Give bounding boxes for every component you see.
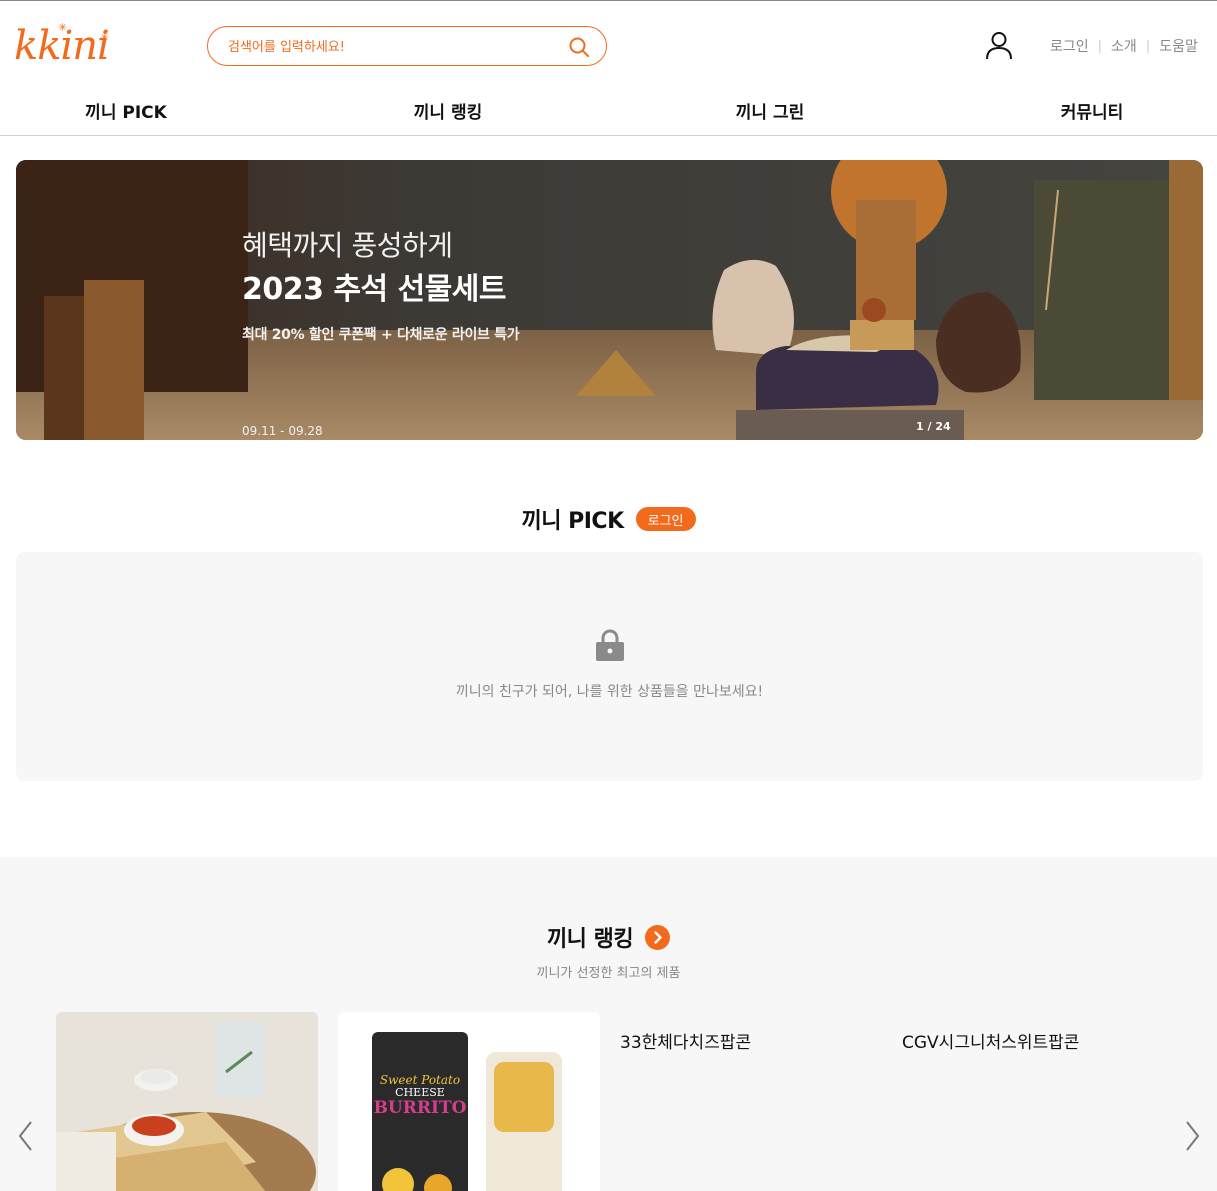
- banner-counter: 1 / 24: [916, 420, 951, 433]
- ranking-subtitle: 끼니가 선정한 최고의 제품: [536, 966, 681, 981]
- search-icon[interactable]: [568, 36, 590, 58]
- product-name[interactable]: 33한체다치즈팝콘: [620, 1028, 751, 1053]
- banner-subtitle: 최대 20% 할인 쿠폰팩 + 다채로운 라이브 특가: [242, 327, 520, 343]
- pick-login-button[interactable]: 로그인: [635, 507, 696, 531]
- about-link[interactable]: 소개: [1111, 36, 1137, 56]
- ranking-heading: 끼니 랭킹: [0, 921, 1217, 953]
- nav-community[interactable]: 커뮤니티: [1061, 98, 1124, 123]
- banner-title-line1: 혜택까지 풍성하게: [242, 229, 453, 262]
- util-links: 로그인 | 소개 | 도움말: [1050, 36, 1198, 56]
- user-icon[interactable]: [984, 30, 1014, 62]
- product-name[interactable]: CGV시그니처스위트팝콘: [902, 1028, 1079, 1053]
- search-bar: [207, 26, 607, 66]
- logo-star-icon: ✳: [58, 21, 68, 34]
- divider: |: [1145, 38, 1151, 54]
- pick-title: 끼니 PICK: [521, 509, 624, 534]
- lock-icon: [596, 629, 624, 661]
- burrito-pack-line1: Sweet Potato: [380, 1073, 460, 1087]
- hero-banner[interactable]: 혜택까지 풍성하게 2023 추석 선물세트 최대 20% 할인 쿠폰팩 + 다…: [16, 160, 1203, 440]
- kkini-logo[interactable]: kkini ✳ ✳: [14, 18, 114, 70]
- banner-image: [16, 160, 1203, 440]
- divider: |: [1097, 38, 1103, 54]
- nav-kkini-green[interactable]: 끼니 그린: [736, 98, 804, 123]
- logo-star-icon: ✳: [100, 31, 110, 44]
- search-input[interactable]: [228, 36, 558, 58]
- pick-message: 끼니의 친구가 되어, 나를 위한 상품들을 만나보세요!: [455, 684, 764, 700]
- nav-kkini-pick[interactable]: 끼니 PICK: [85, 98, 167, 123]
- ranking-section: 끼니 랭킹 끼니가 선정한 최고의 제품 Sweet Potato CHEESE…: [0, 857, 1217, 1191]
- login-link[interactable]: 로그인: [1050, 36, 1089, 56]
- top-border: [0, 0, 1217, 1]
- nav-kkini-ranking[interactable]: 끼니 랭킹: [414, 98, 482, 123]
- prev-arrow-icon[interactable]: [16, 1119, 36, 1153]
- ranking-more-button[interactable]: [645, 924, 671, 950]
- burrito-pack-line3: BURRITO: [374, 1098, 467, 1118]
- ranking-title: 끼니 랭킹: [546, 927, 634, 952]
- next-arrow-icon[interactable]: [1182, 1119, 1202, 1153]
- main-nav: 끼니 PICK 끼니 랭킹 끼니 그린 커뮤니티: [0, 86, 1217, 136]
- banner-date: 09.11 - 09.28: [242, 424, 323, 438]
- product-card[interactable]: Sweet Potato CHEESE BURRITO: [338, 1012, 600, 1191]
- chevron-right-icon: [654, 930, 662, 944]
- product-card[interactable]: [56, 1012, 318, 1191]
- product-image-burrito: Sweet Potato CHEESE BURRITO: [338, 1012, 600, 1191]
- help-link[interactable]: 도움말: [1159, 36, 1198, 56]
- pick-locked-panel: 끼니의 친구가 되어, 나를 위한 상품들을 만나보세요!: [16, 552, 1203, 781]
- product-image-quesadilla: [56, 1012, 318, 1191]
- banner-title-line2: 2023 추석 선물세트: [242, 272, 507, 307]
- pick-heading: 끼니 PICK 로그인: [0, 504, 1217, 534]
